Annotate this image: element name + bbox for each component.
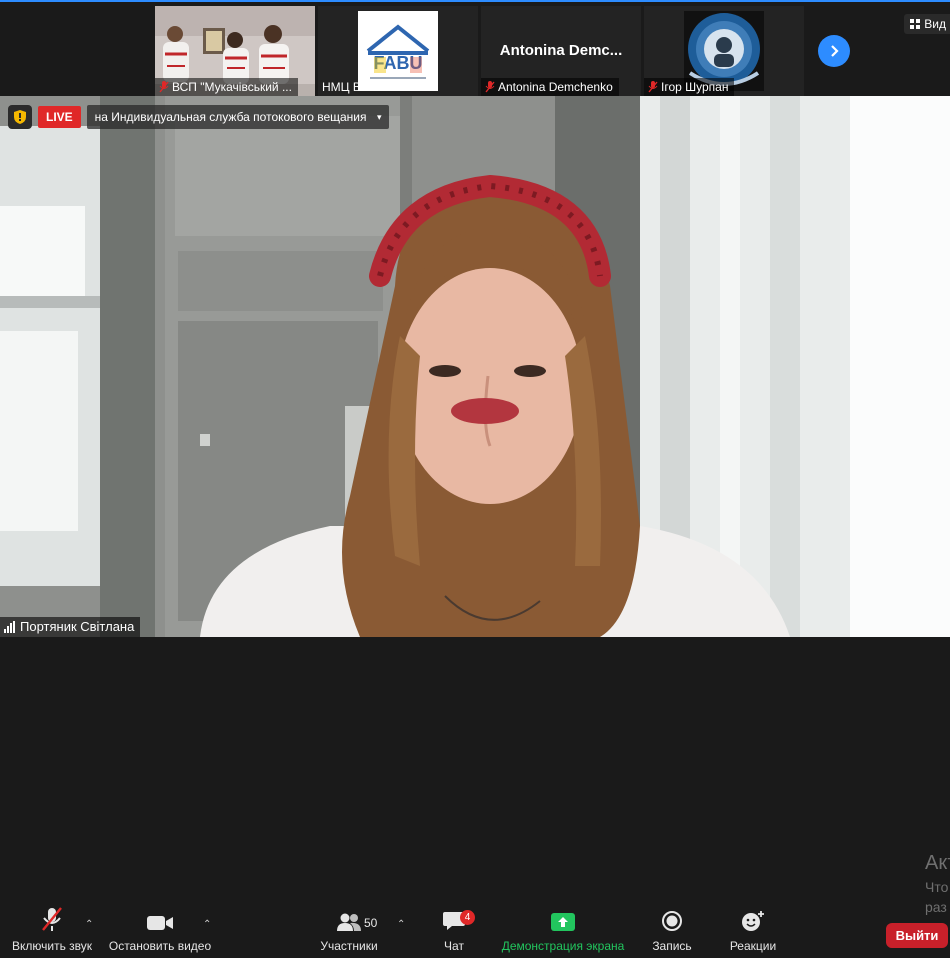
chevron-right-icon <box>831 45 839 57</box>
stream-service-dropdown[interactable]: на Индивидуальная служба потокового веща… <box>86 105 389 129</box>
unmute-button[interactable]: Включить звук <box>10 900 94 958</box>
live-stream-bar: LIVE на Индивидуальная служба потокового… <box>8 105 389 129</box>
record-icon <box>661 900 683 934</box>
stop-video-label: Остановить видео <box>108 939 212 953</box>
share-screen-label: Демонстрация экрана <box>501 939 625 953</box>
participants-button[interactable]: 50 Участники <box>318 900 380 958</box>
microphone-muted-icon <box>41 900 63 934</box>
participant-name-4: Ігор Шурпан <box>644 78 735 96</box>
participant-name-1: ВСП "Мукачівський ... <box>155 78 298 96</box>
chat-unread-badge: 4 <box>460 910 475 925</box>
stream-service-label: на Индивидуальная служба потокового веща… <box>94 110 367 124</box>
participant-thumbnail-3[interactable]: Antonina Demc... Antonina Demchenko <box>481 6 641 96</box>
participant-name-2: НМЦ ВФПО <box>318 78 394 96</box>
microphone-muted-icon <box>485 81 495 93</box>
participant-display-name: Antonina Demc... <box>499 42 623 59</box>
share-screen-button[interactable]: Демонстрация экрана <box>500 900 626 958</box>
audio-options-caret[interactable]: ⌃ <box>85 919 93 930</box>
reactions-button[interactable]: Реакции <box>728 900 778 958</box>
participant-label: НМЦ ВФПО <box>322 80 388 94</box>
security-shield-icon[interactable] <box>8 105 32 129</box>
video-options-caret[interactable]: ⌃ <box>203 919 211 930</box>
chat-button[interactable]: 4 Чат <box>436 900 475 958</box>
participants-options-caret[interactable]: ⌃ <box>397 919 405 930</box>
active-speaker-name: Портяник Світлана <box>0 617 141 637</box>
participant-thumbnail-4[interactable]: Ігор Шурпан <box>644 6 804 96</box>
watermark-line-2: Что <box>925 879 949 895</box>
participant-strip: ВСП "Мукачівський ... FABU НМЦ ВФПО Anto… <box>0 0 950 96</box>
speaker-name-label: Портяник Світлана <box>20 619 135 634</box>
chat-icon: 4 <box>442 900 475 934</box>
leave-meeting-button[interactable]: Выйти <box>886 923 948 948</box>
speaker-video-frame <box>0 96 950 637</box>
stop-video-button[interactable]: Остановить видео <box>108 900 212 958</box>
participants-icon: 50 <box>336 900 377 934</box>
view-button-label: Вид <box>924 17 946 31</box>
active-speaker-video[interactable]: LIVE на Индивидуальная служба потокового… <box>0 96 950 637</box>
live-badge: LIVE <box>38 106 81 128</box>
participant-label: Antonina Demchenko <box>498 80 613 94</box>
participant-label: ВСП "Мукачівський ... <box>172 80 292 94</box>
participant-thumbnail-1[interactable]: ВСП "Мукачівський ... <box>155 6 315 96</box>
participant-label: Ігор Шурпан <box>661 80 729 94</box>
participants-label: Участники <box>320 939 378 953</box>
record-button[interactable]: Запись <box>650 900 694 958</box>
view-button[interactable]: Вид <box>904 14 950 34</box>
microphone-muted-icon <box>648 81 658 93</box>
participant-thumbnail-2[interactable]: FABU НМЦ ВФПО <box>318 6 478 96</box>
watermark-line-1: Акт <box>925 852 950 874</box>
record-label: Запись <box>652 939 692 953</box>
signal-strength-icon <box>4 621 15 633</box>
next-page-button[interactable] <box>818 35 850 67</box>
meeting-toolbar: Включить звук ⌃ Остановить видео ⌃ 50 Уч… <box>0 900 950 958</box>
grid-icon <box>910 19 921 29</box>
unmute-label: Включить звук <box>11 939 93 953</box>
chat-label: Чат <box>444 939 464 953</box>
reactions-label: Реакции <box>729 939 777 953</box>
share-screen-icon <box>550 900 576 934</box>
participants-count: 50 <box>364 916 378 930</box>
microphone-muted-icon <box>159 81 169 93</box>
caret-down-icon: ▾ <box>376 112 382 122</box>
participant-name-3: Antonina Demchenko <box>481 78 619 96</box>
reaction-icon <box>741 900 765 934</box>
video-camera-icon <box>146 900 174 934</box>
